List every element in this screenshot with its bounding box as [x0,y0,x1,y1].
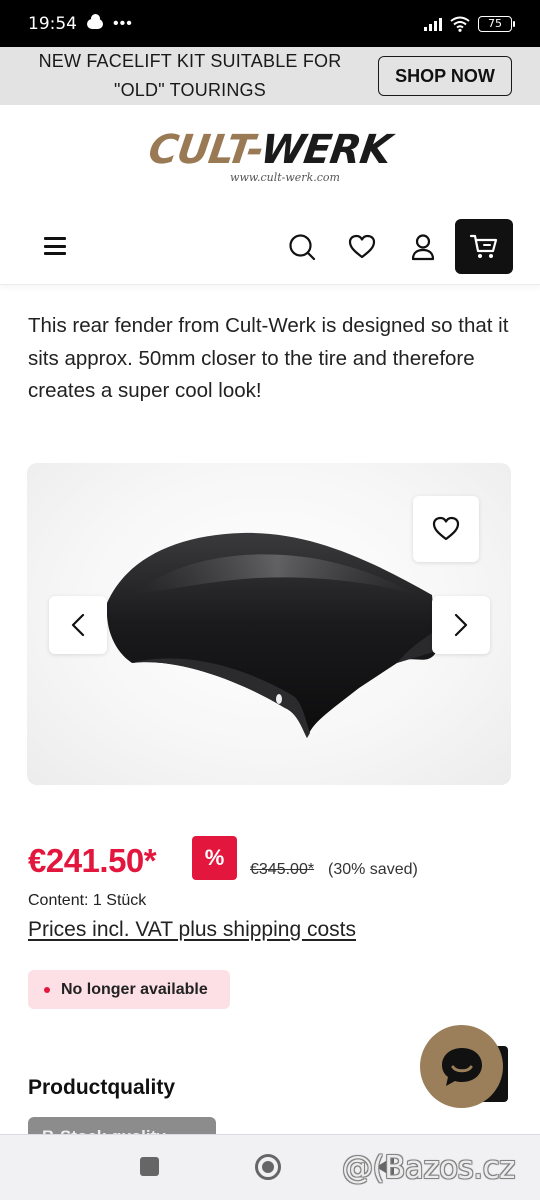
shop-now-button[interactable]: SHOP NOW [378,56,512,96]
product-quality-title: Productquality [28,1076,176,1099]
old-price: €345.00* [250,861,315,878]
chat-button[interactable] [420,1025,503,1108]
search-icon[interactable] [288,233,316,261]
watermark: @(Bazos.cz [342,1150,515,1186]
menu-icon[interactable] [44,237,66,255]
cart-icon [470,234,498,258]
header-nav [0,205,540,285]
status-bar: 19:54 ••• 75 [0,0,540,47]
chat-bubble-icon [441,1047,482,1086]
wishlist-button[interactable] [413,496,479,562]
product-image-gallery[interactable] [27,463,511,785]
cloud-icon [87,13,103,29]
product-description: This rear fender from Cult-Werk is desig… [28,314,509,402]
logo-part-werk: WERK [258,126,394,173]
vat-shipping-link[interactable]: Prices incl. VAT plus shipping costs [28,918,356,942]
chevron-left-icon [71,613,85,637]
heart-icon[interactable] [348,233,376,261]
next-image-button[interactable] [432,596,490,654]
heart-icon [432,516,460,541]
product-image [106,532,437,738]
current-price: €241.50* [28,842,157,879]
more-notifications-indicator: ••• [113,14,133,32]
content-info: Content: 1 Stück [28,892,147,909]
savings-text: (30% saved) [328,861,418,878]
logo-part-cult: CULT- [146,126,265,173]
home-icon[interactable] [255,1154,281,1180]
discount-badge: % [192,836,237,880]
signal-icon [424,17,442,31]
logo-area[interactable]: CULT-WERK www.cult-werk.com [0,105,540,205]
recent-apps-icon[interactable] [140,1157,159,1176]
user-icon[interactable] [409,233,437,261]
cart-button[interactable] [455,219,513,274]
availability-text: No longer available [61,980,208,998]
status-dot-icon [44,986,50,993]
previous-image-button[interactable] [49,596,107,654]
brand-logo[interactable]: CULT-WERK [146,127,394,173]
battery-icon: 75 [478,15,515,32]
chevron-right-icon [454,613,468,637]
availability-badge: No longer available [28,970,230,1009]
promo-banner: NEW FACELIFT KIT SUITABLE FOR "OLD" TOUR… [0,47,540,105]
wifi-icon [450,16,470,32]
status-time: 19:54 [28,13,77,34]
promo-text: NEW FACELIFT KIT SUITABLE FOR "OLD" TOUR… [38,51,342,100]
